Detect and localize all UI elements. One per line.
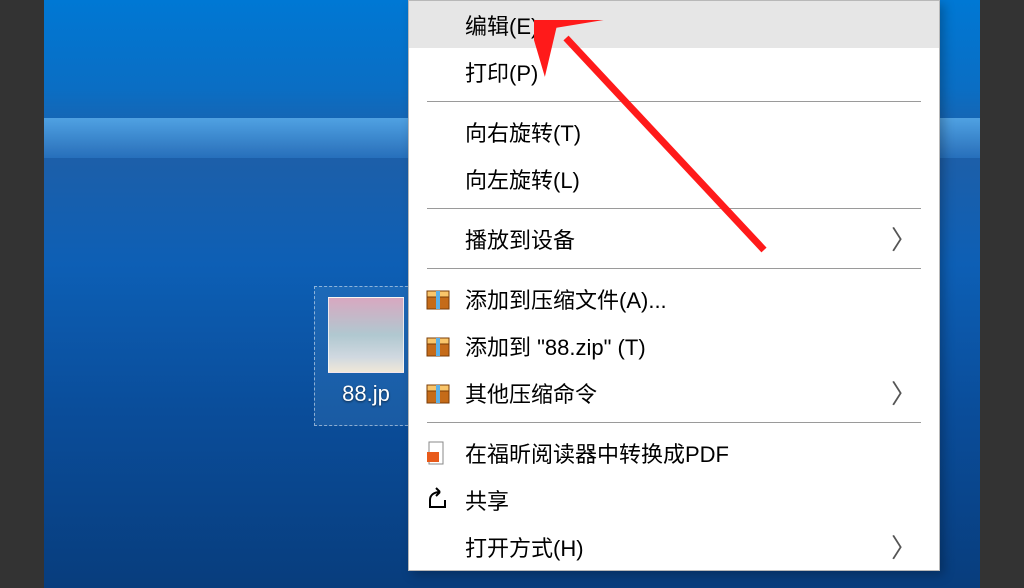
menu-edit-label: 编辑(E)	[465, 9, 538, 41]
desktop-wallpaper: 88.jp 编辑(E) 打印(P) 向右旋转(T) 向左旋转(L) 播放到设备 …	[44, 0, 980, 588]
menu-rotate-left-label: 向左旋转(L)	[465, 163, 580, 195]
desktop-file-selected[interactable]: 88.jp	[314, 286, 418, 426]
menu-add-zip[interactable]: 添加到 "88.zip" (T)	[409, 322, 939, 369]
menu-separator	[427, 422, 921, 423]
chevron-right-icon: 〉	[891, 528, 917, 565]
menu-pdf-label: 在福昕阅读器中转换成PDF	[465, 437, 729, 469]
menu-separator	[427, 208, 921, 209]
chevron-right-icon: 〉	[891, 220, 917, 257]
share-icon	[423, 485, 453, 515]
menu-cast-label: 播放到设备	[465, 223, 575, 255]
menu-add-zip-label: 添加到 "88.zip" (T)	[465, 330, 646, 362]
menu-rotate-right[interactable]: 向右旋转(T)	[409, 108, 939, 155]
archive-icon	[423, 331, 453, 361]
menu-add-archive-label: 添加到压缩文件(A)...	[465, 283, 667, 315]
chevron-right-icon: 〉	[891, 374, 917, 411]
menu-other-compress[interactable]: 其他压缩命令 〉	[409, 369, 939, 416]
archive-icon	[423, 378, 453, 408]
context-menu: 编辑(E) 打印(P) 向右旋转(T) 向左旋转(L) 播放到设备 〉	[408, 0, 940, 571]
pdf-icon	[423, 438, 453, 468]
menu-open-with[interactable]: 打开方式(H) 〉	[409, 523, 939, 570]
menu-other-compress-label: 其他压缩命令	[465, 377, 597, 409]
menu-share-label: 共享	[465, 484, 509, 516]
menu-separator	[427, 268, 921, 269]
archive-icon	[423, 284, 453, 314]
menu-separator	[427, 101, 921, 102]
menu-add-archive[interactable]: 添加到压缩文件(A)...	[409, 275, 939, 322]
menu-cast[interactable]: 播放到设备 〉	[409, 215, 939, 262]
menu-rotate-right-label: 向右旋转(T)	[465, 116, 581, 148]
file-label: 88.jp	[342, 381, 390, 407]
menu-print-label: 打印(P)	[465, 56, 538, 88]
menu-rotate-left[interactable]: 向左旋转(L)	[409, 155, 939, 202]
menu-print[interactable]: 打印(P)	[409, 48, 939, 95]
menu-edit[interactable]: 编辑(E)	[409, 1, 939, 48]
file-thumbnail	[328, 297, 404, 373]
menu-pdf[interactable]: 在福昕阅读器中转换成PDF	[409, 429, 939, 476]
menu-open-with-label: 打开方式(H)	[465, 531, 584, 563]
menu-share[interactable]: 共享	[409, 476, 939, 523]
